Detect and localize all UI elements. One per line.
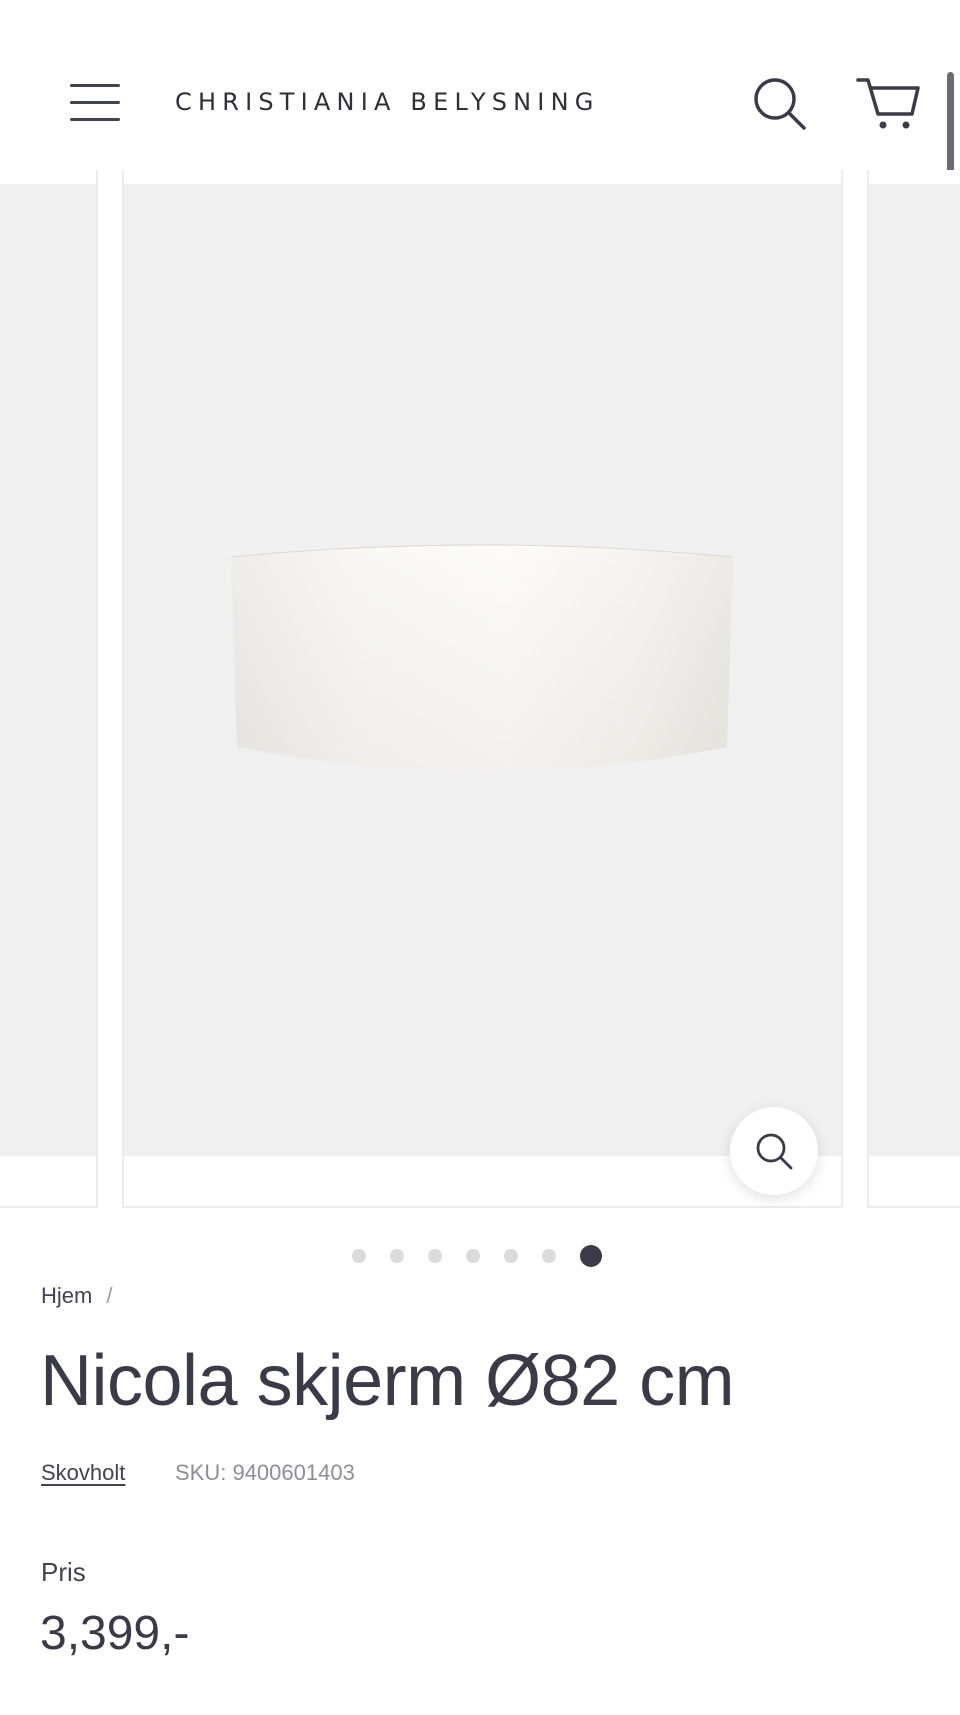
product-image bbox=[869, 184, 960, 1156]
menu-icon-line bbox=[70, 101, 120, 104]
gallery-dot[interactable] bbox=[428, 1249, 442, 1263]
breadcrumb-home-link[interactable]: Hjem bbox=[41, 1283, 92, 1308]
price-label: Pris bbox=[41, 1557, 86, 1587]
product-price: 3,399,- bbox=[40, 1607, 190, 1660]
gallery-dot-active[interactable] bbox=[580, 1245, 602, 1267]
menu-icon-line bbox=[70, 84, 120, 87]
search-button[interactable] bbox=[752, 76, 808, 132]
gallery-dot[interactable] bbox=[466, 1249, 480, 1263]
breadcrumb: Hjem / bbox=[41, 1283, 112, 1309]
gallery-slide-next[interactable] bbox=[867, 170, 960, 1208]
gallery-dot[interactable] bbox=[390, 1249, 404, 1263]
gallery-dot[interactable] bbox=[542, 1249, 556, 1263]
brand-link[interactable]: Skovholt bbox=[41, 1460, 125, 1486]
cart-icon bbox=[856, 78, 920, 129]
gallery-dot[interactable] bbox=[504, 1249, 518, 1263]
gallery-dot[interactable] bbox=[352, 1249, 366, 1263]
product-sku: SKU: 9400601403 bbox=[175, 1460, 355, 1485]
site-logo[interactable]: CHRISTIANIA BELYSNING bbox=[175, 88, 600, 116]
breadcrumb-separator: / bbox=[106, 1283, 113, 1308]
site-header: CHRISTIANIA BELYSNING bbox=[0, 0, 960, 182]
lampshade-image bbox=[230, 544, 734, 771]
cart-button[interactable] bbox=[856, 74, 922, 134]
menu-button[interactable] bbox=[68, 78, 124, 126]
product-image bbox=[0, 184, 96, 1156]
gallery-slide-previous[interactable] bbox=[0, 170, 98, 1208]
zoom-button[interactable] bbox=[730, 1107, 818, 1195]
product-image bbox=[124, 184, 841, 1195]
zoom-icon bbox=[756, 1133, 793, 1170]
search-icon bbox=[754, 78, 806, 130]
product-title: Nicola skjerm Ø82 cm bbox=[40, 1341, 735, 1421]
menu-icon-line bbox=[70, 118, 120, 121]
gallery-slide-current[interactable] bbox=[122, 170, 843, 1208]
gallery-pagination bbox=[352, 1244, 602, 1268]
product-image-gallery[interactable] bbox=[0, 170, 960, 1210]
